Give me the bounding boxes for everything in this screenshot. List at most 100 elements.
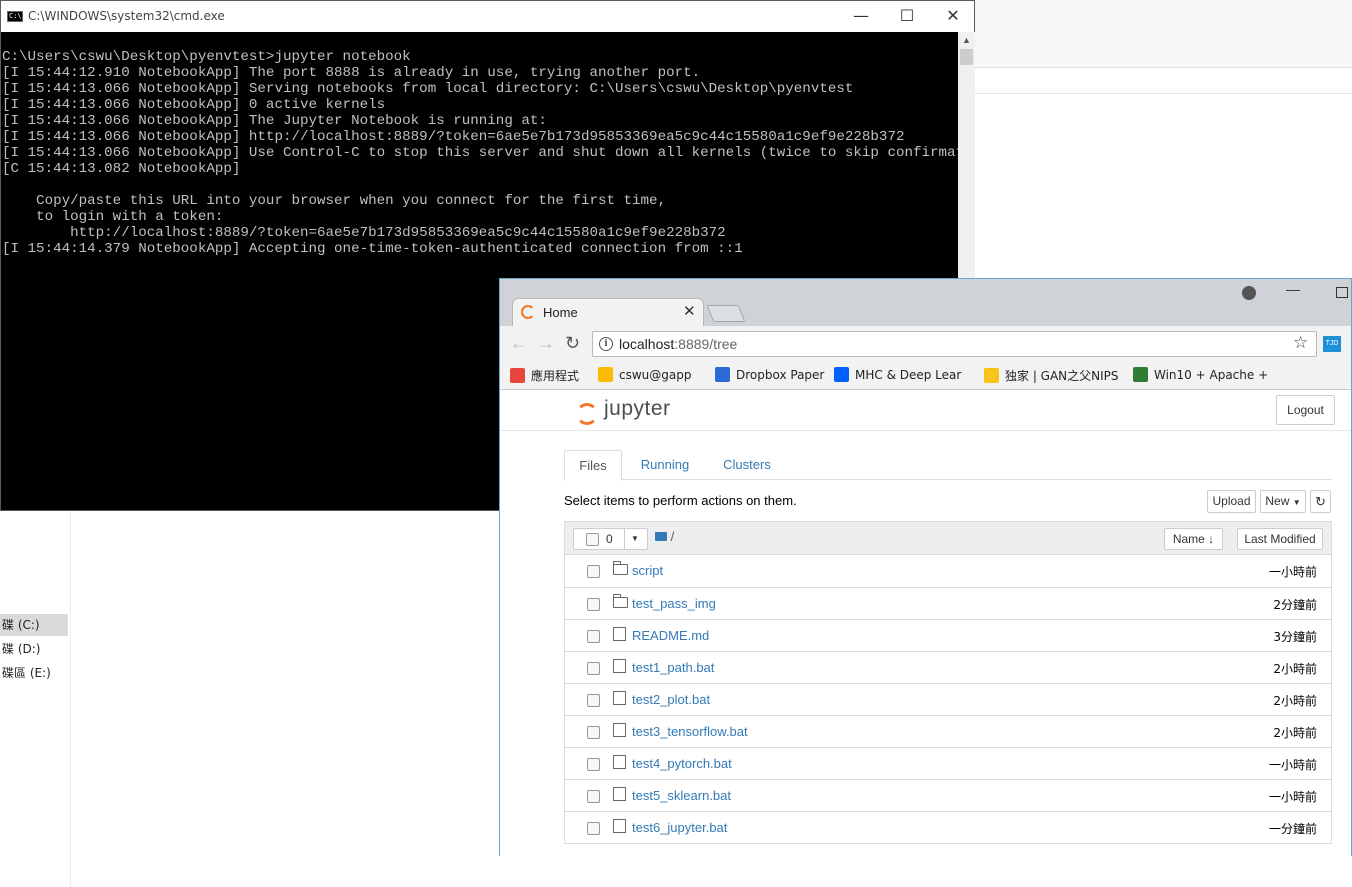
row-checkbox[interactable] — [587, 822, 600, 835]
console-line: [I 15:44:13.066 NotebookApp] 0 active ke… — [2, 97, 386, 113]
row-checkbox[interactable] — [587, 598, 600, 611]
folder-home-icon — [655, 532, 667, 541]
new-button[interactable]: New ▼ — [1260, 490, 1306, 513]
file-modified: 一分鐘前 — [1268, 822, 1317, 836]
refresh-button[interactable]: ↻ — [1310, 490, 1331, 513]
drive-c[interactable]: 碟 (C:) — [0, 614, 68, 636]
file-row[interactable]: README.md 3分鐘前 — [565, 619, 1331, 651]
file-name-link[interactable]: test1_path.bat — [632, 660, 714, 675]
file-name-link[interactable]: script — [632, 563, 663, 578]
back-icon[interactable]: ← — [510, 333, 528, 354]
file-icon — [613, 659, 626, 673]
tab-running[interactable]: Running — [630, 450, 700, 480]
tab-title: Home — [543, 305, 578, 320]
logout-button[interactable]: Logout — [1276, 395, 1335, 425]
bookmark-favicon-icon — [510, 368, 525, 383]
file-name-link[interactable]: test3_tensorflow.bat — [632, 724, 748, 739]
file-row[interactable]: script 一小時前 — [565, 555, 1331, 587]
breadcrumb[interactable]: / — [655, 529, 674, 544]
console-line: http://localhost:8889/?token=6ae5e7b173d… — [2, 225, 726, 241]
bookmark-item[interactable]: 独家 | GAN之父NIPS — [984, 367, 1119, 384]
bookmark-item[interactable]: cswu@gapp — [598, 367, 691, 382]
notebook-tabs: Files Running Clusters — [564, 450, 1332, 481]
tab-close-icon[interactable]: ✕ — [683, 302, 696, 320]
bookmark-star-icon[interactable]: ☆ — [1293, 333, 1308, 353]
selected-count: 0 — [606, 532, 613, 546]
browser-maximize-button[interactable] — [1336, 287, 1348, 298]
file-modified: 2小時前 — [1273, 726, 1317, 740]
jupyter-page: jupyter Logout Files Running Clusters Se… — [500, 391, 1351, 856]
file-modified: 一小時前 — [1268, 790, 1317, 804]
drive-d[interactable]: 碟 (D:) — [0, 638, 68, 660]
file-row[interactable]: test4_pytorch.bat 一小時前 — [565, 747, 1331, 779]
row-checkbox[interactable] — [587, 565, 600, 578]
row-checkbox[interactable] — [587, 694, 600, 707]
console-line: to login with a token: — [2, 209, 224, 225]
row-checkbox[interactable] — [587, 662, 600, 675]
file-row[interactable]: test_pass_img 2分鐘前 — [565, 587, 1331, 619]
bookmark-item[interactable]: Dropbox Paper — [715, 367, 824, 382]
file-icon — [613, 627, 626, 641]
console-line: [I 15:44:12.910 NotebookApp] The port 88… — [2, 65, 701, 81]
refresh-icon: ↻ — [1315, 494, 1326, 509]
select-all-checkbox[interactable] — [586, 533, 599, 546]
maximize-button[interactable]: ☐ — [884, 1, 930, 32]
address-url[interactable]: localhost:8889/tree — [619, 336, 737, 352]
toolbar: ← → ↻ i localhost:8889/tree ☆ TJD — [500, 326, 1351, 362]
console-line: Copy/paste this URL into your browser wh… — [2, 193, 667, 209]
browser-minimize-button[interactable]: — — [1286, 281, 1300, 297]
console-line: [I 15:44:13.066 NotebookApp] Use Control… — [2, 145, 958, 161]
file-name-link[interactable]: test2_plot.bat — [632, 692, 710, 707]
file-name-link[interactable]: README.md — [632, 628, 709, 643]
cmd-titlebar[interactable]: C:\. C:\WINDOWS\system32\cmd.exe — ☐ ✕ — [1, 1, 974, 32]
file-row[interactable]: test5_sklearn.bat 一小時前 — [565, 779, 1331, 811]
file-modified: 一小時前 — [1268, 758, 1317, 772]
row-checkbox[interactable] — [587, 630, 600, 643]
select-menu-caret-icon[interactable]: ▼ — [631, 534, 639, 543]
sort-by-name-button[interactable]: Name ↓ — [1164, 528, 1223, 550]
upload-button[interactable]: Upload — [1207, 490, 1256, 513]
info-icon[interactable]: i — [599, 337, 613, 351]
tab-clusters[interactable]: Clusters — [710, 450, 784, 480]
browser-tab-home[interactable]: Home ✕ — [512, 298, 704, 326]
file-row[interactable]: test2_plot.bat 2小時前 — [565, 683, 1331, 715]
folder-icon — [613, 561, 628, 575]
profile-icon[interactable] — [1242, 286, 1256, 300]
explorer-address-bar[interactable] — [975, 68, 1352, 94]
bookmark-item[interactable]: Win10 + Apache + — [1133, 367, 1268, 382]
file-list-header: 0 ▼ / Name ↓ Last Modified — [565, 522, 1331, 555]
row-checkbox[interactable] — [587, 790, 600, 803]
file-name-link[interactable]: test6_jupyter.bat — [632, 820, 727, 835]
file-name-link[interactable]: test4_pytorch.bat — [632, 756, 732, 771]
bookmark-item[interactable]: 應用程式 — [510, 367, 579, 384]
tab-strip[interactable]: Home ✕ — — [500, 279, 1351, 326]
scroll-thumb[interactable] — [960, 49, 973, 65]
file-name-link[interactable]: test5_sklearn.bat — [632, 788, 731, 803]
address-bar[interactable]: i localhost:8889/tree ☆ — [592, 331, 1317, 357]
file-row[interactable]: test6_jupyter.bat 一分鐘前 — [565, 811, 1331, 843]
arrow-down-icon: ↓ — [1208, 532, 1215, 546]
sort-by-modified-button[interactable]: Last Modified — [1237, 528, 1323, 550]
drive-e[interactable]: 碟區 (E:) — [0, 662, 68, 684]
tab-files[interactable]: Files — [564, 450, 622, 481]
file-icon — [613, 723, 626, 737]
new-tab-button[interactable] — [706, 305, 746, 322]
extension-icon[interactable]: TJD — [1323, 336, 1341, 352]
console-line: [C 15:44:13.082 NotebookApp] — [2, 161, 241, 177]
chrome-window[interactable]: Home ✕ — ← → ↻ i localhost:8889/tree ☆ T… — [499, 278, 1352, 856]
close-button[interactable]: ✕ — [930, 1, 976, 32]
console-line: C:\Users\cswu\Desktop\pyenvtest>jupyter … — [2, 49, 411, 65]
select-all-control[interactable]: 0 ▼ — [573, 528, 648, 550]
file-row[interactable]: test1_path.bat 2小時前 — [565, 651, 1331, 683]
file-name-link[interactable]: test_pass_img — [632, 596, 716, 611]
row-checkbox[interactable] — [587, 726, 600, 739]
bookmark-item[interactable]: MHC & Deep Lear — [834, 367, 961, 382]
row-checkbox[interactable] — [587, 758, 600, 771]
scroll-up-icon[interactable]: ▲ — [958, 32, 975, 49]
file-modified: 2小時前 — [1273, 694, 1317, 708]
file-row[interactable]: test3_tensorflow.bat 2小時前 — [565, 715, 1331, 747]
minimize-button[interactable]: — — [838, 1, 884, 32]
forward-icon[interactable]: → — [537, 333, 555, 354]
reload-icon[interactable]: ↻ — [565, 333, 580, 354]
